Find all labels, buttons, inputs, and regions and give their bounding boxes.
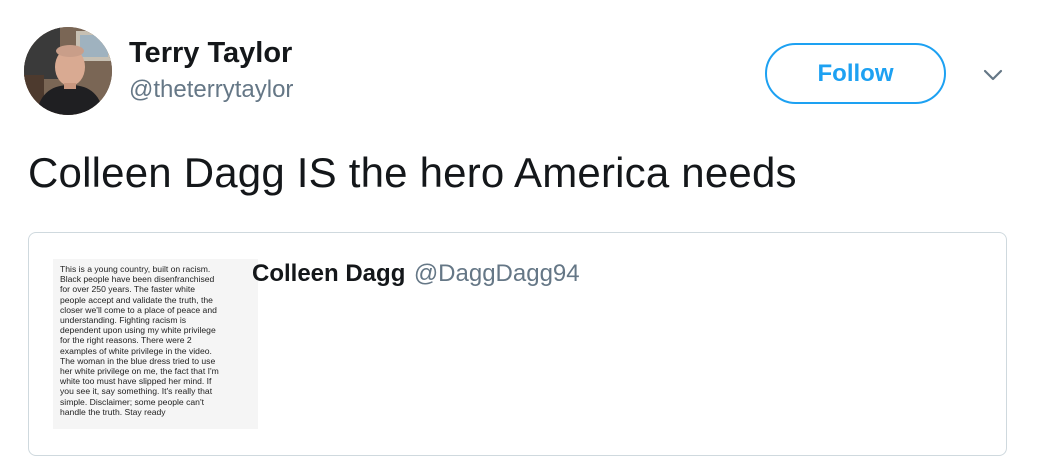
tweet: Terry Taylor @theterrytaylor Follow Coll… xyxy=(0,0,1047,474)
tweet-text: Colleen Dagg IS the hero America needs xyxy=(28,149,797,196)
quoted-tweet-card[interactable]: This is a young country, built on racism… xyxy=(28,232,1007,456)
quoted-tweet-image[interactable]: This is a young country, built on racism… xyxy=(53,259,258,429)
quoted-display-name[interactable]: Colleen Dagg xyxy=(252,260,405,287)
author-avatar[interactable] xyxy=(24,27,112,115)
author-display-name[interactable]: Terry Taylor xyxy=(129,35,293,71)
follow-button[interactable]: Follow xyxy=(765,43,946,104)
quoted-tweet-header: Colleen Dagg @DaggDagg94 xyxy=(252,258,580,293)
quoted-image-text: This is a young country, built on racism… xyxy=(60,264,219,417)
quoted-handle[interactable]: @DaggDagg94 xyxy=(414,260,580,287)
avatar-photo xyxy=(24,27,112,115)
author-info: Terry Taylor @theterrytaylor xyxy=(129,35,293,105)
chevron-down-icon[interactable] xyxy=(980,62,1006,88)
author-handle[interactable]: @theterrytaylor xyxy=(129,75,293,105)
